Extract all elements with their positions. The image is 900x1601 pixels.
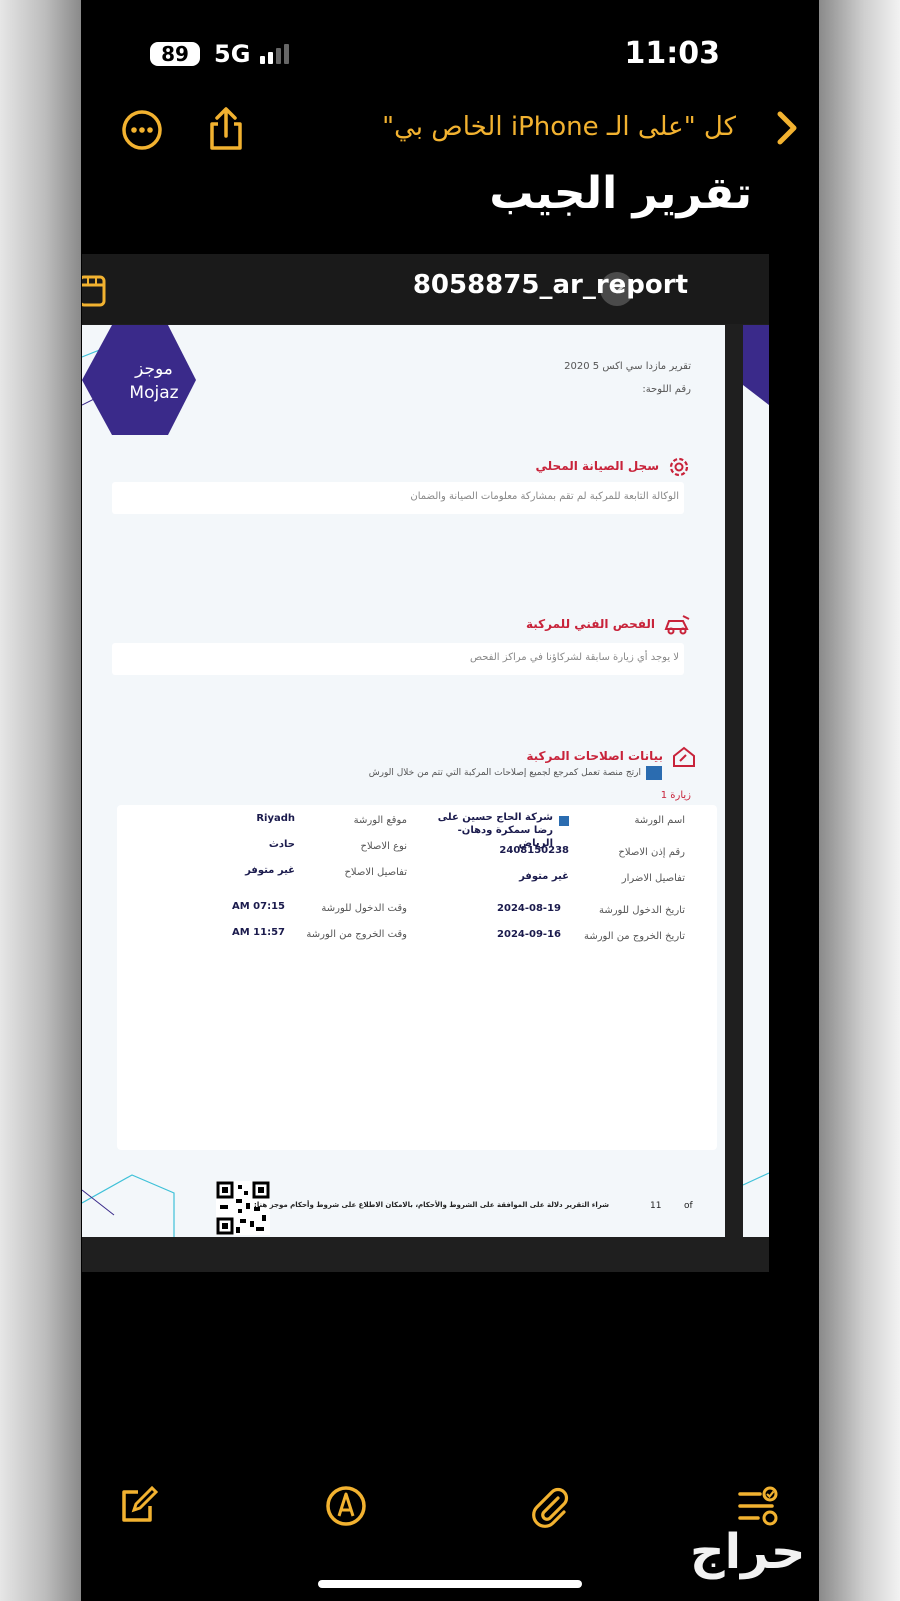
entry-time-value: 07:15 AM	[231, 901, 285, 912]
plate-label: رقم اللوحة:	[642, 384, 691, 395]
chevron-left-icon	[777, 111, 797, 145]
pdf-attachment-icon[interactable]	[82, 274, 108, 312]
note-title: تقرير الجيب	[489, 168, 752, 219]
battery-indicator: 89	[150, 42, 200, 66]
pdf-page[interactable]: موجز Mojaz تقرير مازدا سي اكس 5 2020 رقم…	[82, 325, 725, 1237]
house-wrench-icon	[671, 745, 697, 773]
repair-details-value: غير متوفر	[245, 865, 295, 876]
inspection-title: الفحص الفني للمركبة	[526, 617, 655, 631]
repair-permit-label: رقم إذن الاصلاح	[618, 847, 685, 858]
damage-details-value: غير متوفر	[519, 871, 569, 882]
workshop-name-label: اسم الورشة	[634, 815, 685, 826]
footer-decoration	[82, 1174, 175, 1237]
entry-date-value: 2024-08-19	[497, 903, 561, 914]
network-type: 5G	[214, 40, 251, 68]
repair-type-label: نوع الاصلاح	[360, 841, 408, 852]
damage-details-label: تفاصيل الاضرار	[621, 873, 685, 884]
compose-icon	[122, 1485, 159, 1522]
attachment-filename: 8058875_ar_report	[412, 270, 688, 300]
repairs-title: بيانات اصلاحات المركبة	[526, 749, 663, 763]
car-inspection-icon	[663, 613, 691, 641]
inspection-message: لا يوجد أي زيارة سابقة لشركاؤنا في مراكز…	[469, 652, 679, 663]
car-title: تقرير مازدا سي اكس 5 2020	[564, 361, 691, 372]
footer-terms: شراء التقرير دلالة على الموافقة على الشر…	[254, 1201, 609, 1209]
workshop-location-label: موقع الورشة	[353, 815, 407, 826]
paperclip-icon	[532, 1487, 569, 1528]
visit-label: زيارة 1	[660, 790, 691, 801]
checklist-icon	[738, 1486, 778, 1526]
entry-time-label: وقت الدخول للورشة	[321, 903, 407, 914]
artaj-logo	[646, 766, 662, 780]
signal-icon	[260, 44, 289, 64]
repairs-subtitle: ارتج منصة تعمل كمرجع لجميع إصلاحات المرك…	[368, 768, 641, 778]
exit-time-value: 11:57 AM	[231, 927, 285, 938]
repair-details-label: تفاصيل الاصلاح	[344, 867, 407, 878]
more-options-button[interactable]	[120, 108, 164, 152]
checklist-button[interactable]	[736, 1484, 780, 1528]
back-link-label[interactable]: كل "على الـ iPhone الخاص بي"	[382, 112, 736, 142]
phone-screen: 89 5G 11:03 كل "على الـ iPhone الخاص بي"…	[82, 0, 818, 1601]
home-indicator[interactable]	[318, 1580, 582, 1588]
compose-note-button[interactable]	[116, 1484, 160, 1528]
repair-permit-value: 2408150238	[499, 845, 569, 856]
back-button[interactable]	[768, 108, 804, 145]
share-icon	[210, 107, 242, 150]
ellipsis-circle-icon	[122, 110, 162, 150]
repair-type-value: حادث	[268, 839, 295, 850]
workshop-logo	[559, 816, 569, 826]
exit-date-value: 2024-09-16	[497, 929, 561, 940]
mojaz-logo	[82, 325, 196, 435]
haraj-watermark: حراج	[690, 1524, 806, 1580]
exit-time-label: وقت الخروج من الورشة	[306, 929, 407, 940]
attach-button[interactable]	[528, 1484, 572, 1528]
workshop-location-value: Riyadh	[256, 813, 295, 824]
share-button[interactable]	[204, 106, 248, 150]
status-time: 11:03	[624, 36, 721, 71]
footer-page-number: 11	[650, 1201, 662, 1211]
pen-tip-circle-icon	[326, 1486, 366, 1526]
exit-date-label: تاريخ الخروج من الورشة	[583, 931, 685, 942]
logo-english: Mojaz	[129, 383, 179, 403]
entry-date-label: تاريخ الدخول للورشة	[598, 905, 685, 916]
gear-icon	[667, 455, 691, 483]
logo-arabic: موجز	[135, 359, 173, 379]
markup-button[interactable]	[324, 1484, 368, 1528]
maintenance-message: الوكالة التابعة للمركبة لم تقم بمشاركة م…	[410, 491, 679, 502]
footer-of-label: of	[684, 1201, 693, 1211]
maintenance-title: سجل الصيانة المحلي	[535, 459, 660, 473]
pdf-next-page-edge[interactable]	[743, 325, 769, 1237]
